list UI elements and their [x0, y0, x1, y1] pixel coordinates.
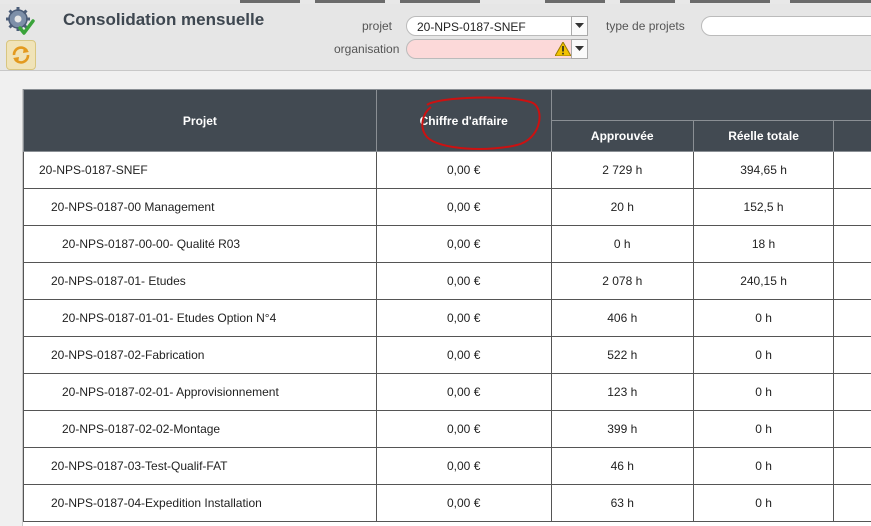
- reelle-totale-cell: 0 h: [692, 373, 835, 411]
- reelle-totale-cell: 152,5 h: [692, 188, 835, 226]
- extra-cell: [833, 410, 871, 448]
- approuvee-cell: 2 729 h: [550, 151, 695, 189]
- projet-dropdown-button[interactable]: [571, 16, 588, 36]
- chiffre-affaire-cell: 0,00 €: [375, 410, 552, 448]
- reelle-totale-cell: 0 h: [692, 447, 835, 485]
- organisation-label: organisation: [334, 42, 400, 56]
- column-header-next[interactable]: [833, 120, 871, 152]
- consolidation-panel: Projet Chiffre d'affaire Approuvée Réell…: [22, 89, 871, 526]
- approuvee-cell: 406 h: [550, 299, 695, 337]
- project-name-cell: 20-NPS-0187-SNEF: [23, 151, 377, 189]
- chevron-down-icon: [575, 23, 584, 28]
- organisation-select[interactable]: [406, 39, 588, 59]
- column-header-projet[interactable]: Projet: [23, 89, 377, 152]
- chiffre-affaire-cell: 0,00 €: [375, 484, 552, 522]
- chiffre-affaire-cell: 0,00 €: [375, 151, 552, 189]
- chiffre-affaire-cell: 0,00 €: [375, 225, 552, 263]
- approuvee-cell: 63 h: [550, 484, 695, 522]
- chiffre-affaire-cell: 0,00 €: [375, 336, 552, 374]
- extra-cell: [833, 447, 871, 485]
- approuvee-cell: 2 078 h: [550, 262, 695, 300]
- extra-cell: [833, 225, 871, 263]
- chiffre-affaire-cell: 0,00 €: [375, 188, 552, 226]
- project-name-cell: 20-NPS-0187-02-Fabrication: [23, 336, 377, 374]
- organisation-dropdown-button[interactable]: [571, 39, 588, 59]
- consolidation-table: Projet Chiffre d'affaire Approuvée Réell…: [23, 89, 871, 522]
- approuvee-cell: 399 h: [550, 410, 695, 448]
- approuvee-cell: 0 h: [550, 225, 695, 263]
- projet-select[interactable]: 20-NPS-0187-SNEF: [406, 16, 588, 36]
- header-toolbar: Consolidation mensuelle projet 20-NPS-01…: [0, 4, 871, 71]
- project-name-cell: 20-NPS-0187-02-01- Approvisionnement: [23, 373, 377, 411]
- table-row[interactable]: 20-NPS-0187-02-02-Montage 0,00 €399 h0 h: [23, 410, 871, 448]
- extra-cell: [833, 336, 871, 374]
- approuvee-cell: 522 h: [550, 336, 695, 374]
- table-row[interactable]: 20-NPS-0187-01-01- Etudes Option N°4 0,00…: [23, 299, 871, 337]
- refresh-icon: [12, 46, 30, 64]
- table-row[interactable]: 20-NPS-0187-02-01- Approvisionnement 0,00…: [23, 373, 871, 411]
- projet-label: projet: [362, 19, 393, 33]
- table-row[interactable]: 20-NPS-0187-02-Fabrication 0,00 €522 h0 h: [23, 336, 871, 374]
- warning-icon: [555, 42, 571, 56]
- page-title: Consolidation mensuelle: [63, 10, 265, 29]
- column-header-group: [550, 89, 871, 121]
- column-header-chiffre-affaire[interactable]: Chiffre d'affaire: [375, 89, 552, 152]
- project-name-cell: 20-NPS-0187-04-Expedition Installation: [23, 484, 377, 522]
- reelle-totale-cell: 0 h: [692, 410, 835, 448]
- project-name-cell: 20-NPS-0187-03-Test-Qualif-FAT: [23, 447, 377, 485]
- approuvee-cell: 123 h: [550, 373, 695, 411]
- table-row[interactable]: 20-NPS-0187-00 Management 0,00 €20 h 152,5…: [23, 188, 871, 226]
- extra-cell: [833, 299, 871, 337]
- project-name-cell: 20-NPS-0187-01-01- Etudes Option N°4: [23, 299, 377, 337]
- type-projets-select[interactable]: [701, 16, 871, 36]
- reelle-totale-cell: 0 h: [692, 299, 835, 337]
- chevron-down-icon: [575, 46, 584, 51]
- project-name-cell: 20-NPS-0187-02-02-Montage: [23, 410, 377, 448]
- table-row[interactable]: 20-NPS-0187-00-00- Qualité R03 0,00 €0 h1…: [23, 225, 871, 263]
- chiffre-affaire-cell: 0,00 €: [375, 447, 552, 485]
- refresh-button[interactable]: [6, 40, 36, 70]
- table-row[interactable]: 20-NPS-0187-03-Test-Qualif-FAT 0,00 €46 h…: [23, 447, 871, 485]
- approuvee-cell: 20 h: [550, 188, 695, 226]
- project-name-cell: 20-NPS-0187-00-00- Qualité R03: [23, 225, 377, 263]
- table-row[interactable]: 20-NPS-0187-04-Expedition Installation 0,…: [23, 484, 871, 522]
- extra-cell: [833, 484, 871, 522]
- extra-cell: [833, 151, 871, 189]
- project-name-cell: 20-NPS-0187-01- Etudes: [23, 262, 377, 300]
- gear-check-icon: [6, 7, 35, 35]
- extra-cell: [833, 262, 871, 300]
- reelle-totale-cell: 240,15 h: [692, 262, 835, 300]
- settings-button[interactable]: [5, 6, 35, 36]
- table-row[interactable]: 20-NPS-0187-01- Etudes 0,00 €2 078 h 240,1…: [23, 262, 871, 300]
- column-header-approuvee[interactable]: Approuvée: [550, 120, 695, 152]
- column-header-reelle-totale[interactable]: Réelle totale: [692, 120, 835, 152]
- extra-cell: [833, 188, 871, 226]
- reelle-totale-cell: 394,65 h: [692, 151, 835, 189]
- approuvee-cell: 46 h: [550, 447, 695, 485]
- chiffre-affaire-cell: 0,00 €: [375, 299, 552, 337]
- reelle-totale-cell: 0 h: [692, 336, 835, 374]
- reelle-totale-cell: 18 h: [692, 225, 835, 263]
- chiffre-affaire-cell: 0,00 €: [375, 373, 552, 411]
- type-projets-label: type de projets: [606, 19, 685, 33]
- reelle-totale-cell: 0 h: [692, 484, 835, 522]
- extra-cell: [833, 373, 871, 411]
- chiffre-affaire-cell: 0,00 €: [375, 262, 552, 300]
- table-row[interactable]: 20-NPS-0187-SNEF 0,00 €2 729 h 394,65 h: [23, 151, 871, 189]
- projet-value: 20-NPS-0187-SNEF: [417, 20, 526, 34]
- project-name-cell: 20-NPS-0187-00 Management: [23, 188, 377, 226]
